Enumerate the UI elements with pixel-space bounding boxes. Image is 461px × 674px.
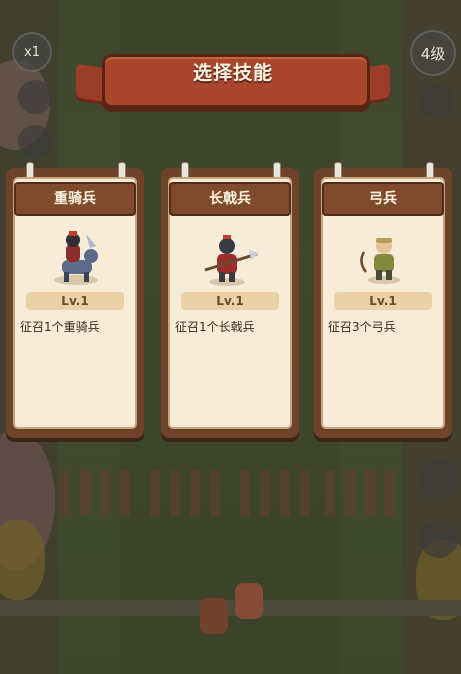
side-button[interactable] <box>420 460 458 498</box>
level-button[interactable]: 4级 <box>410 30 456 76</box>
card-level: Lv.1 <box>181 292 279 310</box>
skill-card-halberdier[interactable]: 长戟兵 Lv.1 征召1个长戟兵 <box>161 162 299 438</box>
card-description: 征召3个弓兵 <box>328 320 396 334</box>
side-button[interactable] <box>18 125 52 159</box>
speed-label: x1 <box>24 44 40 60</box>
card-level: Lv.1 <box>334 292 432 310</box>
banner-title: 选择技能 <box>192 62 273 84</box>
halberdier-icon <box>204 235 259 286</box>
card-description: 征召1个长戟兵 <box>175 320 255 334</box>
card-title: 长戟兵 <box>169 182 291 216</box>
heavy-cavalry-icon <box>54 231 98 285</box>
skill-card-archer[interactable]: 弓兵 Lv.1 征召3个弓兵 <box>314 162 452 438</box>
skill-select-banner: 选择技能 <box>76 48 390 110</box>
speed-button[interactable]: x1 <box>12 32 52 72</box>
card-title: 重骑兵 <box>14 182 136 216</box>
side-button[interactable] <box>420 520 458 558</box>
card-title: 弓兵 <box>322 182 444 216</box>
level-label: 4级 <box>420 44 446 63</box>
card-description: 征召1个重骑兵 <box>20 320 100 334</box>
skill-card-heavy-cavalry[interactable]: 重骑兵 Lv.1 征召1个重骑兵 <box>6 162 144 438</box>
side-button[interactable] <box>420 85 454 119</box>
side-button[interactable] <box>18 80 52 114</box>
card-level: Lv.1 <box>26 292 124 310</box>
archer-icon <box>360 238 400 284</box>
